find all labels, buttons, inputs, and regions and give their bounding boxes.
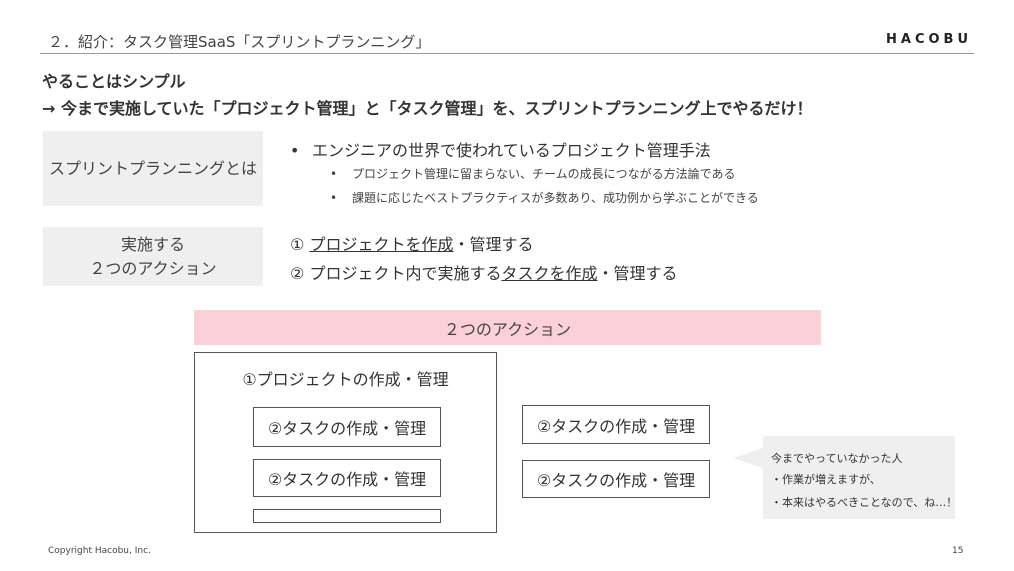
section1-sub-bullet-1: • プロジェクト管理に留まらない、チームの成長につながる方法論である	[330, 165, 736, 182]
copyright: Copyright Hacobu, Inc.	[48, 546, 151, 556]
headline-line1: やることはシンプル	[42, 72, 186, 91]
section1-sub-bullet-2: • 課題に応じたベストプラクティスが多数あり、成功例から学ぶことができる	[330, 189, 759, 206]
task-box-placeholder	[253, 509, 441, 523]
section1-label-box: スプリントプランニングとは	[43, 131, 263, 206]
slide-title: ２．紹介：タスク管理SaaS「スプリントプランニング」	[48, 33, 431, 51]
section1-bullet: • エンジニアの世界で使われているプロジェクト管理手法	[290, 137, 711, 161]
task-box-label: ②タスクの作成・管理	[536, 416, 696, 436]
bullet-dot: •	[290, 141, 300, 160]
actions-banner-text: ２つのアクション	[443, 319, 572, 339]
page-number: 15	[952, 546, 964, 556]
task-box: ②タスクの作成・管理	[522, 460, 710, 498]
action-2-pre: プロジェクト内で実施する	[309, 264, 502, 283]
bullet-dot: •	[330, 167, 338, 181]
header-divider	[40, 53, 974, 54]
section1-label: スプリントプランニングとは	[48, 158, 257, 178]
action-1: ① プロジェクトを作成・管理する	[290, 231, 533, 255]
action-1-underlined: プロジェクトを作成	[309, 235, 454, 254]
task-box: ②タスクの作成・管理	[253, 459, 441, 497]
brand-logo: HACOBU	[886, 32, 972, 47]
action-2-rest: ・管理する	[597, 264, 678, 283]
section2-label-line1: 実施する	[120, 234, 185, 254]
task-box: ②タスクの作成・管理	[253, 407, 441, 447]
sub-bullet-text: プロジェクト管理に留まらない、チームの成長につながる方法論である	[352, 167, 736, 181]
section1-bullet-text: エンジニアの世界で使われているプロジェクト管理手法	[312, 141, 711, 160]
sub-bullet-text: 課題に応じたベストプラクティスが多数あり、成功例から学ぶことができる	[352, 191, 759, 205]
callout-pointer	[733, 448, 763, 468]
action-2-number: ②	[290, 264, 305, 283]
task-box-label: ②タスクの作成・管理	[536, 471, 696, 490]
action-1-number: ①	[290, 235, 305, 254]
callout-line: ・本来はやるべきことなので、ね…！	[771, 496, 958, 509]
actions-banner: ２つのアクション	[194, 310, 821, 345]
bullet-dot: •	[330, 191, 338, 205]
task-box: ②タスクの作成・管理	[522, 405, 710, 444]
action-1-rest: ・管理する	[453, 235, 534, 254]
callout-line: 今までやっていなかった人	[771, 452, 903, 465]
section2-label-line2: ２つのアクション	[89, 258, 217, 278]
callout-line: ・作業が増えますが、	[771, 473, 881, 486]
action-2-underlined: タスクを作成	[501, 264, 598, 283]
project-box-title: ①プロジェクトの作成・管理	[242, 370, 449, 389]
action-2: ② プロジェクト内で実施するタスクを作成・管理する	[290, 260, 677, 284]
headline-line2: → 今まで実施していた「プロジェクト管理」と「タスク管理」を、スプリントプランニ…	[42, 99, 813, 118]
task-box-label: ②タスクの作成・管理	[267, 470, 427, 489]
section2-label-box: 実施する ２つのアクション	[43, 227, 263, 286]
task-box-label: ②タスクの作成・管理	[267, 419, 427, 438]
